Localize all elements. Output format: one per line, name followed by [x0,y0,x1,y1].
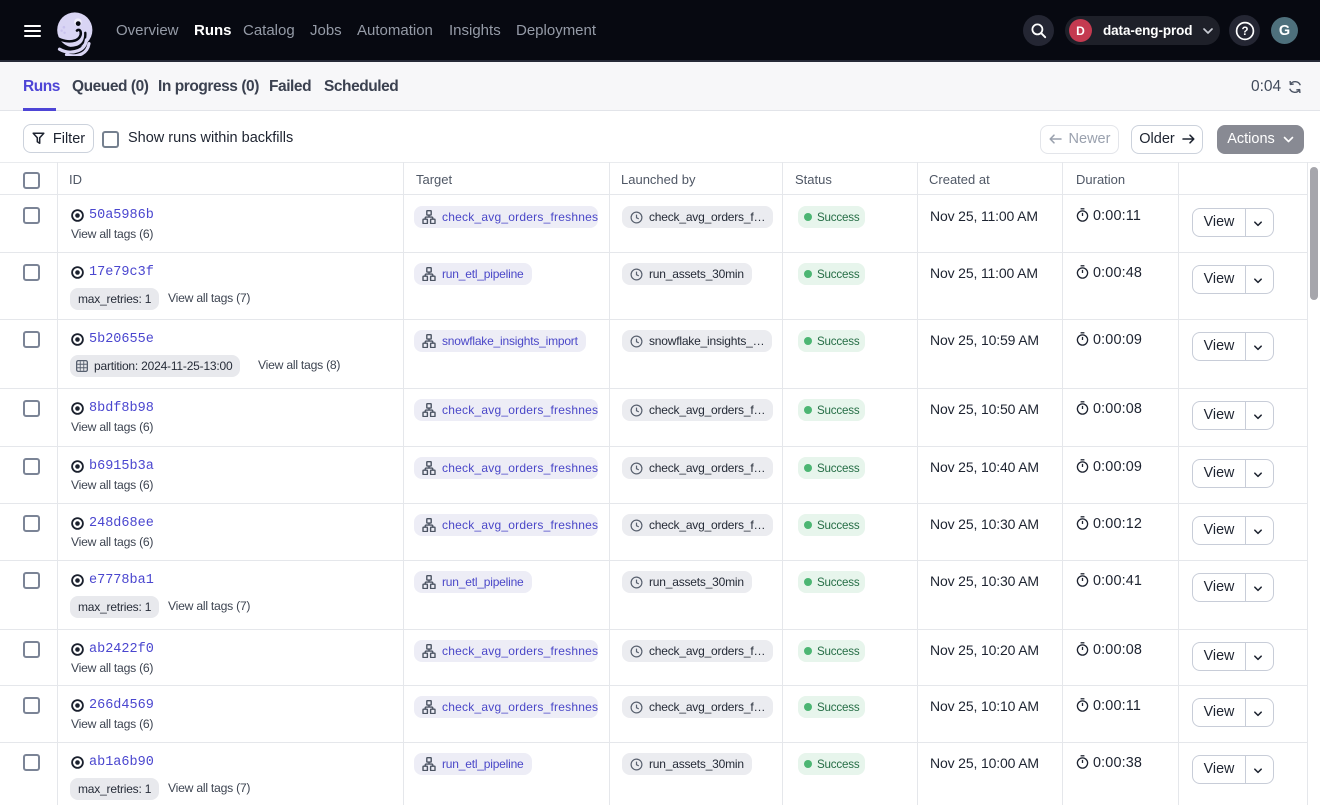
svg-text:?: ? [1241,26,1248,38]
